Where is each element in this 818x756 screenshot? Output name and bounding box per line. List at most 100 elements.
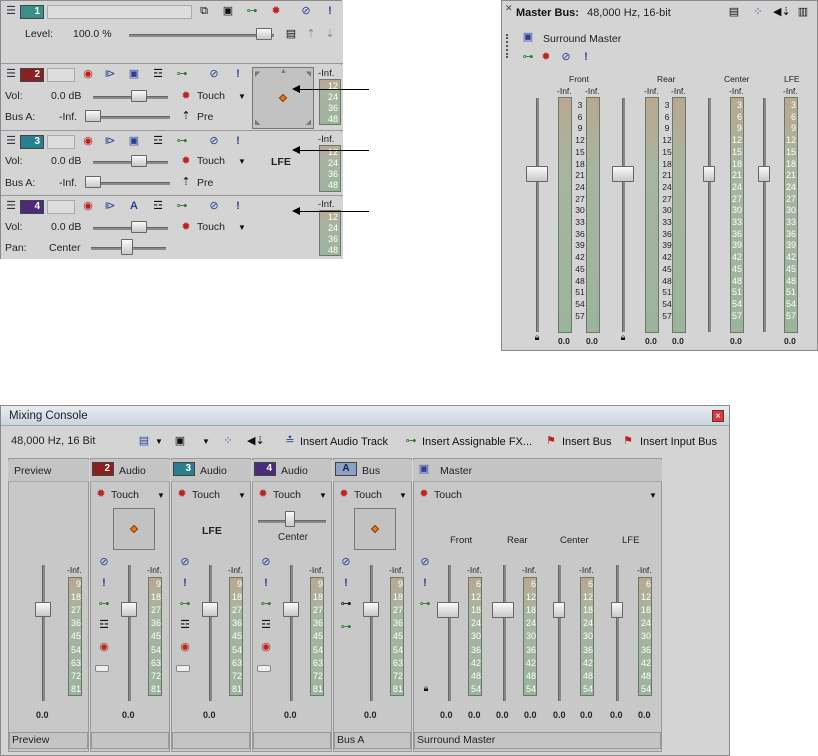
mute-icon[interactable]: ⊘ — [207, 68, 221, 82]
gripper[interactable] — [506, 34, 510, 58]
volume-fader-knob[interactable] — [363, 602, 379, 617]
input-monitor-button[interactable] — [95, 665, 109, 672]
pan-position-marker[interactable] — [129, 524, 139, 534]
automation-gear-icon[interactable]: ✹ — [179, 90, 193, 104]
master-fader-knob[interactable] — [553, 602, 565, 618]
volume-fader-knob[interactable] — [202, 602, 218, 617]
insert-bus-icon[interactable]: ⚑ — [544, 435, 558, 449]
master-fader-track[interactable] — [448, 565, 451, 701]
mute-icon[interactable]: ⊘ — [299, 5, 313, 19]
automation-gear-icon[interactable]: ✹ — [179, 221, 193, 235]
fx-chain-icon[interactable]: ⊶ — [97, 598, 111, 612]
input-monitor-icon[interactable]: ⧐ — [103, 68, 117, 82]
master-fader-track[interactable] — [558, 565, 561, 701]
rear-fader-knob[interactable] — [612, 166, 634, 182]
lfe-fader-knob[interactable] — [758, 166, 770, 182]
front-fader-knob[interactable] — [526, 166, 548, 182]
input-monitor-icon[interactable]: ⧐ — [103, 135, 117, 149]
stereo-pan-icon[interactable]: A — [127, 200, 141, 214]
volume-fader-knob[interactable] — [121, 602, 137, 617]
chevron-down-icon[interactable]: ▼ — [235, 155, 249, 169]
automation-mode[interactable]: Touch — [197, 90, 225, 102]
insert-audio-track-button[interactable]: Insert Audio Track — [300, 436, 388, 448]
fx-chain-icon[interactable]: ⊶ — [245, 5, 259, 19]
mute-icon[interactable]: ⊘ — [559, 51, 573, 65]
solo-icon[interactable]: ! — [231, 68, 245, 82]
fx-chain-icon[interactable]: ⊶ — [418, 598, 432, 612]
surround-panner[interactable] — [354, 508, 396, 550]
solo-icon[interactable]: ! — [339, 577, 353, 591]
arm-record-icon[interactable]: ◉ — [97, 641, 111, 655]
pre-post-label[interactable]: Pre — [197, 177, 213, 189]
rear-fader-track[interactable] — [622, 98, 625, 332]
track-name-field[interactable] — [47, 68, 75, 82]
insert-fx-icon[interactable]: ⊶ — [404, 435, 418, 449]
volume-fader-track[interactable] — [42, 565, 45, 701]
volume-fader-knob[interactable] — [35, 602, 51, 617]
automation-mode[interactable]: Touch — [273, 489, 301, 501]
insert-bus-button[interactable]: Insert Bus — [562, 436, 612, 448]
pan-slider-knob[interactable] — [121, 239, 133, 255]
automation-gear-icon[interactable]: ✹ — [269, 5, 283, 19]
fx-chain-icon[interactable]: ⊶ — [175, 68, 189, 82]
automation-gear-icon[interactable]: ✹ — [175, 488, 189, 502]
master-fader-knob[interactable] — [437, 602, 459, 618]
eq-icon[interactable]: ☲ — [178, 619, 192, 633]
volume-fader-track[interactable] — [290, 565, 293, 701]
chevron-down-icon[interactable]: ▼ — [154, 489, 168, 503]
eq-icon[interactable]: ☲ — [151, 200, 165, 214]
master-fader-track[interactable] — [616, 565, 619, 701]
automation-mode[interactable]: Touch — [354, 489, 382, 501]
solo-icon[interactable]: ! — [579, 51, 593, 65]
audio-track-3[interactable]: ☰ 3 ◉ ⧐ ▣ ☲ ⊶ ⊘ ! Vol: 0.0 dB ✹ Touch ▼ … — [1, 132, 343, 196]
front-fader-track[interactable] — [536, 98, 539, 332]
master-track[interactable]: ☰ 1 ⧉ ▣ ⊶ ✹ ⊘ ! Level: 100.0 % ▤ ⇡ ⇣ — [1, 1, 343, 64]
insert-input-bus-button[interactable]: Insert Input Bus — [640, 436, 717, 448]
mute-icon[interactable]: ⊘ — [178, 556, 192, 570]
fx-chain-icon[interactable]: ⊶ — [259, 598, 273, 612]
master-fader-knob[interactable] — [492, 602, 514, 618]
vol-slider-knob[interactable] — [131, 90, 147, 102]
automation-mode[interactable]: Touch — [111, 489, 139, 501]
chevron-down-icon[interactable]: ▼ — [316, 489, 330, 503]
pan-position-marker[interactable] — [278, 93, 288, 103]
track-name-field[interactable] — [47, 135, 75, 149]
mute-icon[interactable]: ⊘ — [259, 556, 273, 570]
pre-post-icon[interactable]: ⇡ — [179, 176, 193, 190]
pan-position-marker[interactable] — [370, 524, 380, 534]
solo-icon[interactable]: ! — [418, 577, 432, 591]
mute-icon[interactable]: ⊘ — [207, 200, 221, 214]
solo-icon[interactable]: ! — [231, 200, 245, 214]
chevron-down-icon[interactable]: ▼ — [396, 489, 410, 503]
down-arrow-icon[interactable]: ⇣ — [323, 28, 337, 42]
automation-gear-icon[interactable]: ✹ — [337, 488, 351, 502]
dock-handle[interactable]: ✕ — [505, 3, 513, 14]
center-fader-track[interactable] — [708, 98, 711, 332]
eq-icon[interactable]: ☲ — [259, 619, 273, 633]
automation-gear-icon[interactable]: ✹ — [94, 488, 108, 502]
window-icon[interactable]: ▣ — [221, 5, 235, 19]
arm-record-icon[interactable]: ◉ — [259, 641, 273, 655]
arm-record-icon[interactable]: ◉ — [81, 135, 95, 149]
lock-icon[interactable]: 🔒︎ — [419, 682, 433, 696]
input-monitor-button[interactable] — [176, 665, 190, 672]
master-fader-knob[interactable] — [611, 602, 623, 618]
chevron-down-icon[interactable]: ▼ — [199, 435, 213, 449]
level-slider-knob[interactable] — [256, 28, 272, 40]
automation-mode[interactable]: Touch — [197, 155, 225, 167]
insert-fx-icon[interactable]: ▤ — [727, 6, 741, 20]
center-fader-knob[interactable] — [703, 166, 715, 182]
insert-assignable-fx-button[interactable]: Insert Assignable FX... — [422, 436, 532, 448]
solo-icon[interactable]: ! — [323, 5, 337, 19]
chevron-down-icon[interactable]: ▼ — [152, 435, 166, 449]
close-button[interactable]: × — [712, 410, 724, 422]
mute-icon[interactable]: ⊘ — [97, 556, 111, 570]
track-menu-icon[interactable]: ☰ — [4, 135, 18, 149]
surround-panner[interactable]: ◤ ◥ ◣ ◢ ▲ — [252, 67, 314, 129]
track-name-field[interactable] — [47, 5, 192, 19]
insert-input-bus-icon[interactable]: ⚑ — [621, 435, 635, 449]
window-options-icon[interactable]: ▣ — [173, 435, 187, 449]
automation-gear-icon[interactable]: ✹ — [417, 488, 431, 502]
track-menu-icon[interactable]: ☰ — [4, 5, 18, 19]
bus-a-slider-knob[interactable] — [85, 110, 101, 122]
